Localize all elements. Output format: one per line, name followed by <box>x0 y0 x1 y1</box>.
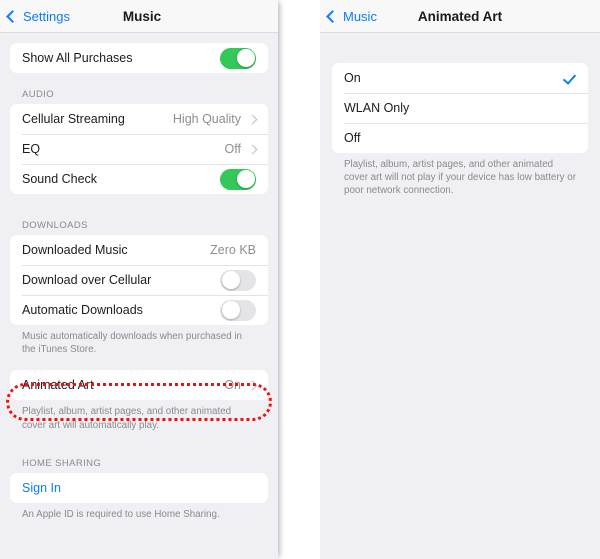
left-content: Show All Purchases AUDIO Cellular Stream… <box>0 33 278 559</box>
option-wlan-only[interactable]: WLAN Only <box>332 93 588 123</box>
row-sign-in[interactable]: Sign In <box>10 473 268 503</box>
audio-section-header: AUDIO <box>22 89 55 100</box>
row-value: On <box>224 378 241 393</box>
audio-group: Cellular Streaming High Quality EQ Off S… <box>10 104 268 194</box>
right-content: On WLAN Only Off Playlist, album, artist… <box>320 33 600 559</box>
row-label: Downloaded Music <box>22 243 128 257</box>
purchases-group: Show All Purchases <box>10 43 268 73</box>
row-label: Animated Art <box>22 378 94 393</box>
chevron-right-icon <box>247 380 258 391</box>
row-automatic-downloads[interactable]: Automatic Downloads <box>10 295 268 325</box>
back-button-label: Music <box>343 8 377 24</box>
show-all-purchases-toggle[interactable] <box>220 47 256 69</box>
home-sharing-group: Sign In <box>10 472 268 503</box>
option-label: On <box>344 71 361 85</box>
option-on[interactable]: On <box>332 63 588 93</box>
screenshot-stage: Settings Music Show All Purchases AUDIO <box>0 0 600 559</box>
option-label: Off <box>344 131 361 145</box>
chevron-left-icon <box>326 9 339 23</box>
row-label: EQ <box>22 142 41 156</box>
chevron-right-icon <box>247 114 258 124</box>
animated-art-options-footer: Playlist, album, artist pages, and other… <box>344 159 576 197</box>
row-downloaded-music[interactable]: Downloaded Music Zero KB <box>10 235 268 265</box>
back-to-settings-button[interactable]: Settings <box>0 9 70 24</box>
toggle-knob <box>236 49 255 67</box>
row-value: Off <box>224 142 241 156</box>
row-label: Cellular Streaming <box>22 112 125 126</box>
row-label: Download over Cellular <box>22 273 152 287</box>
downloads-section-footer: Music automatically downloads when purch… <box>22 331 243 356</box>
row-download-over-cellular[interactable]: Download over Cellular <box>10 265 268 295</box>
sound-check-toggle[interactable] <box>220 168 256 190</box>
row-cellular-streaming[interactable]: Cellular Streaming High Quality <box>10 104 268 134</box>
chevron-right-icon <box>247 144 258 154</box>
option-label: WLAN Only <box>344 101 410 115</box>
checkmark-icon <box>563 72 576 85</box>
right-navbar: Music Animated Art <box>320 0 600 33</box>
row-value: Zero KB <box>210 243 256 257</box>
sign-in-link[interactable]: Sign In <box>22 481 61 495</box>
automatic-downloads-toggle[interactable] <box>220 299 256 321</box>
option-off[interactable]: Off <box>332 123 588 153</box>
toggle-knob <box>221 271 240 289</box>
back-to-music-button[interactable]: Music <box>320 9 377 24</box>
back-button-label: Settings <box>23 8 70 24</box>
right-phone-panel: Music Animated Art On WLAN Only Off Play… <box>320 0 600 559</box>
left-phone-panel: Settings Music Show All Purchases AUDIO <box>0 0 278 559</box>
chevron-left-icon <box>6 9 19 23</box>
download-over-cellular-toggle[interactable] <box>220 269 256 291</box>
downloads-section-header: DOWNLOADS <box>22 220 88 231</box>
animated-art-group: Animated Art On <box>10 370 268 401</box>
left-navbar: Settings Music <box>0 0 278 33</box>
home-sharing-section-header: HOME SHARING <box>22 457 102 469</box>
row-label: Show All Purchases <box>22 51 133 65</box>
downloads-group: Downloaded Music Zero KB Download over C… <box>10 235 268 325</box>
toggle-knob <box>236 170 255 188</box>
row-show-all-purchases[interactable]: Show All Purchases <box>10 43 268 73</box>
home-sharing-section-footer: An Apple ID is required to use Home Shar… <box>22 508 220 520</box>
row-label: Sound Check <box>22 172 98 186</box>
toggle-knob <box>221 301 240 319</box>
animated-art-options-group: On WLAN Only Off <box>332 63 588 153</box>
row-animated-art[interactable]: Animated Art On <box>10 370 268 400</box>
row-label: Automatic Downloads <box>22 303 143 317</box>
row-sound-check[interactable]: Sound Check <box>10 164 268 194</box>
row-eq[interactable]: EQ Off <box>10 134 268 164</box>
animated-art-section-footer: Playlist, album, artist pages, and other… <box>22 406 232 431</box>
row-value: High Quality <box>172 112 241 126</box>
